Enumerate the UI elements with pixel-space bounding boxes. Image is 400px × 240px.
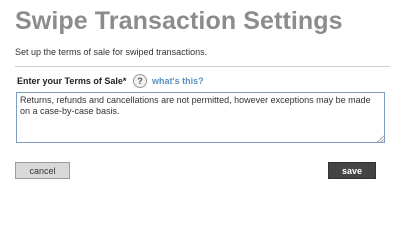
divider	[15, 66, 390, 67]
question-mark-icon[interactable]: ?	[133, 74, 147, 88]
cancel-button[interactable]: cancel	[15, 162, 70, 179]
resize-grip-icon[interactable]	[377, 135, 384, 142]
terms-label: Enter your Terms of Sale*	[17, 76, 127, 86]
whats-this-link[interactable]: what's this?	[152, 76, 204, 86]
page-title: Swipe Transaction Settings	[15, 7, 343, 35]
page-subtitle: Set up the terms of sale for swiped tran…	[15, 47, 208, 57]
terms-of-sale-textarea[interactable]: Returns, refunds and cancellations are n…	[16, 92, 385, 143]
save-button[interactable]: save	[328, 162, 376, 179]
